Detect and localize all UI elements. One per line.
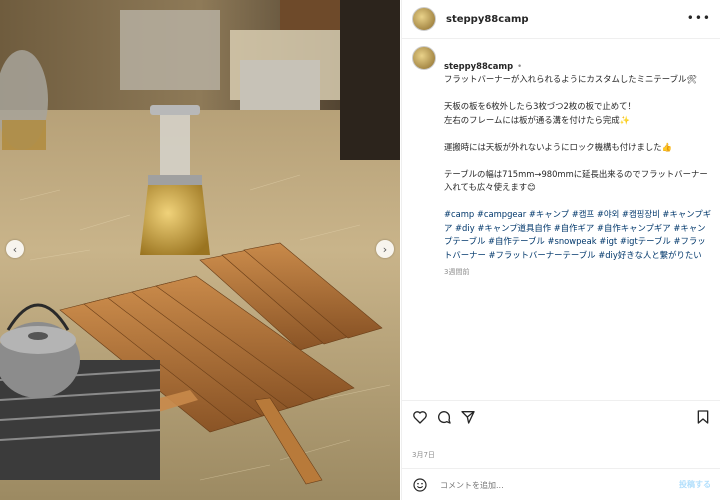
post-dialog: ‹ › steppy88camp ••• steppy88camp • フラットバ… [0, 0, 720, 500]
post-sidebar: steppy88camp ••• steppy88camp • フラットバーナーが… [401, 0, 720, 500]
next-photo-button[interactable]: › [376, 240, 394, 258]
username-link[interactable]: steppy88camp [446, 14, 529, 25]
hashtags[interactable]: #camp #campgear #キャンプ #캠프 #야외 #캠핑장비 #キャン… [444, 208, 712, 262]
post-header: steppy88camp ••• [402, 0, 720, 39]
caption-line-1: フラットバーナーが入れられるようにカスタムしたミニテーブル🛠 [444, 74, 698, 84]
chevron-right-icon: › [382, 242, 388, 256]
comment-icon[interactable] [436, 409, 452, 425]
smile-icon[interactable] [412, 477, 428, 493]
comment-input[interactable] [438, 479, 662, 491]
post-photo[interactable]: ‹ › [0, 0, 400, 500]
bookmark-icon[interactable] [695, 409, 711, 425]
avatar[interactable] [412, 46, 436, 70]
action-bar [402, 400, 720, 433]
caption-body: steppy88camp • フラットバーナーが入れられるようにカスタムしたミニテ… [444, 46, 712, 280]
heart-icon[interactable] [412, 409, 428, 425]
chevron-left-icon: ‹ [12, 242, 18, 256]
caption-time[interactable]: 3週間前 [444, 266, 712, 280]
prev-photo-button[interactable]: ‹ [6, 240, 24, 258]
separator-dot: • [517, 60, 523, 71]
photo-illustration [0, 0, 400, 500]
comment-form: 投稿する [402, 468, 720, 501]
caption-paragraph-2: 天板の板を6枚外したら3枚づつ2枚の板で止めて！ 左右のフレームには板が通る溝を… [444, 101, 636, 125]
caption-comment: steppy88camp • フラットバーナーが入れられるようにカスタムしたミニテ… [412, 46, 712, 280]
avatar[interactable] [412, 7, 436, 31]
username-link[interactable]: steppy88camp [444, 61, 513, 71]
more-horizontal-icon[interactable]: ••• [687, 11, 711, 25]
caption-paragraph-4: テーブルの幅は715mm→980mmに延長出来るのでフラットバーナー入れても広々… [444, 168, 708, 193]
caption-paragraph-3: 運搬時には天板が外れないようにロック機構も付けました👍 [444, 141, 673, 152]
post-comment-button[interactable]: 投稿する [679, 479, 711, 490]
post-date[interactable]: 3月7日 [412, 450, 435, 460]
share-icon[interactable] [460, 409, 476, 425]
